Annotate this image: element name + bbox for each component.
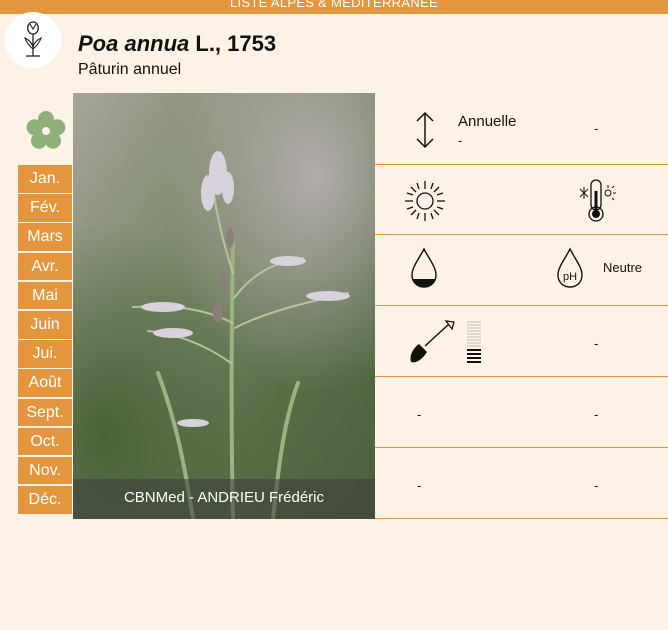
row5-right-value: -	[594, 407, 599, 422]
common-name: Pâturin annuel	[78, 61, 182, 78]
page-title: Poa annua L., 1753	[78, 31, 276, 57]
soil-scale-icon	[467, 321, 481, 363]
month-nov: Nov.	[18, 456, 72, 485]
traits-grid: Annuelle - - pH Neutre - - - - -	[375, 93, 668, 519]
life-form-extra: -	[594, 121, 599, 136]
trait-row-light-temperature	[375, 165, 668, 235]
month-aug: Août	[18, 369, 72, 397]
month-oct: Oct.	[18, 427, 72, 456]
month-jun: Juin	[18, 310, 72, 339]
month-sep: Sept.	[18, 398, 72, 427]
water-drop-icon	[411, 247, 437, 288]
svg-text:pH: pH	[563, 271, 577, 283]
species-name: Poa annua	[78, 31, 190, 56]
plant-photo	[73, 93, 375, 519]
month-apr: Avr.	[18, 252, 72, 281]
height-arrow-icon	[416, 111, 434, 149]
logo	[5, 12, 61, 68]
thermometer-icon	[579, 179, 616, 222]
ph-drop-icon: pH	[557, 247, 583, 288]
month-jul: Jui.	[18, 340, 72, 368]
flowering-months: Jan. Fév. Mars Avr. Mai Juin Jui. Août S…	[18, 165, 72, 515]
month-may: Mai	[18, 281, 72, 310]
species-authority: L., 1753	[195, 31, 277, 56]
sun-icon	[405, 181, 445, 221]
shovel-icon	[410, 320, 455, 363]
month-mar: Mars	[18, 223, 72, 251]
life-form-sub: -	[458, 133, 463, 148]
trait-row-5: - -	[375, 377, 668, 448]
month-dec: Déc.	[18, 486, 72, 514]
month-jan: Jan.	[18, 165, 72, 193]
row6-right-value: -	[594, 478, 599, 493]
month-feb: Fév.	[18, 194, 72, 222]
flower-icon	[26, 111, 66, 149]
trait-row-water-ph: pH Neutre	[375, 235, 668, 306]
tulip-logo-icon	[24, 21, 42, 57]
trait-row-6: - -	[375, 448, 668, 519]
life-form-value: Annuelle	[458, 113, 517, 130]
trait-row-soil: -	[375, 306, 668, 377]
row5-left-value: -	[417, 407, 422, 422]
banner: LISTE ALPES & MÉDITERRANÉE	[0, 0, 668, 14]
ph-value: Neutre	[603, 260, 643, 275]
soil-value: -	[594, 336, 599, 351]
trait-row-life-form: Annuelle - -	[375, 93, 668, 165]
row6-left-value: -	[417, 478, 422, 493]
photo-credit: CBNMed - ANDRIEU Frédéric	[73, 479, 375, 519]
